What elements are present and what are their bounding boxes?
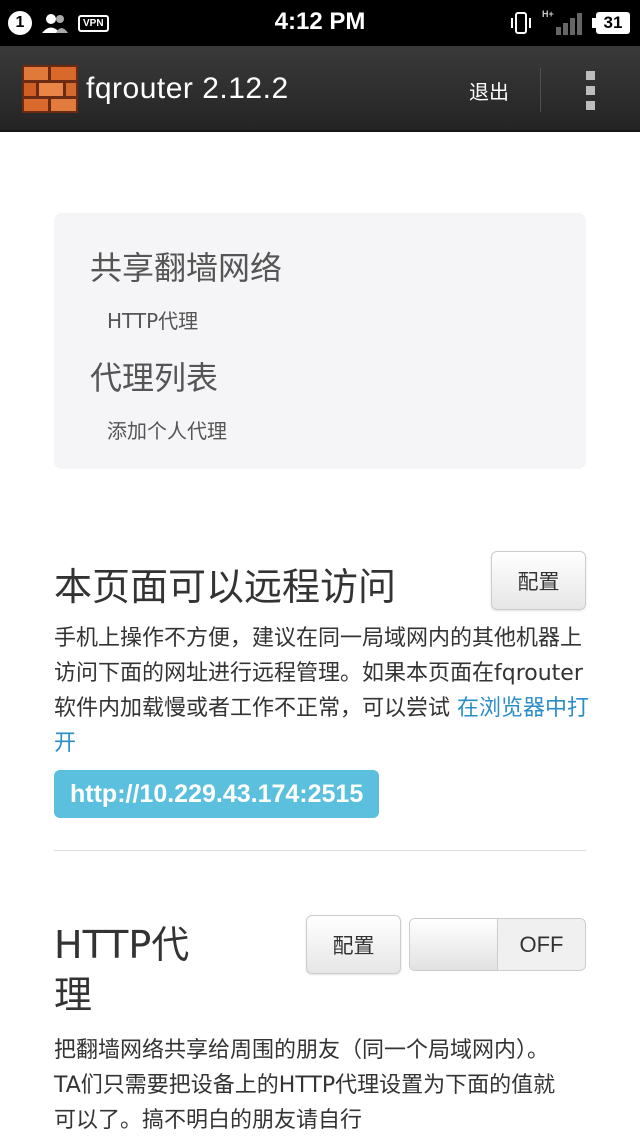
remote-url-badge[interactable]: http://10.229.43.174:2515 [54, 770, 380, 818]
remote-access-config-button[interactable]: 配置 [491, 551, 586, 610]
battery-icon: 31 [592, 12, 630, 34]
nav-link-add-proxy[interactable]: 添加个人代理 [107, 415, 227, 444]
toggle-state-label: OFF [498, 919, 585, 970]
overflow-menu-icon[interactable] [570, 68, 610, 112]
exit-button[interactable]: 退出 [448, 68, 530, 112]
http-proxy-title-line2: 理 [54, 973, 93, 1017]
http-proxy-title: HTTP代 理 [54, 920, 189, 1020]
status-bar-right: H+ 31 [510, 9, 630, 37]
nav-heading-proxy-list: 代理列表 [90, 359, 219, 397]
nav-box: 共享翻墙网络 HTTP代理 代理列表 添加个人代理 [54, 213, 586, 469]
http-proxy-title-line1: HTTP代 [54, 923, 190, 967]
http-proxy-config-button[interactable]: 配置 [306, 915, 401, 974]
brick-wall-icon [22, 65, 78, 113]
vibrate-icon [511, 12, 531, 34]
status-bar: 1 VPN 4:12 PM H+ 31 [0, 0, 640, 46]
remote-access-title: 本页面可以远程访问 [54, 565, 397, 609]
nav-link-http-proxy[interactable]: HTTP代理 [107, 305, 198, 334]
http-proxy-description: 把翻墙网络共享给周围的朋友（同一个局域网内）。TA们只需要把设备上的HTTP代理… [54, 1038, 556, 1133]
toggle-knob[interactable] [410, 919, 498, 970]
signal-icon: H+ [542, 9, 586, 35]
remote-access-description: 手机上操作不方便，建议在同一局域网内的其他机器上访问下面的网址进行远程管理。如果… [54, 621, 594, 761]
app-title: fqrouter 2.12.2 [86, 72, 289, 105]
section-divider [54, 850, 586, 851]
http-proxy-toggle[interactable]: OFF [409, 918, 586, 971]
action-bar: fqrouter 2.12.2 退出 [0, 46, 640, 132]
action-bar-divider [540, 68, 541, 112]
nav-heading-share: 共享翻墙网络 [90, 249, 283, 287]
